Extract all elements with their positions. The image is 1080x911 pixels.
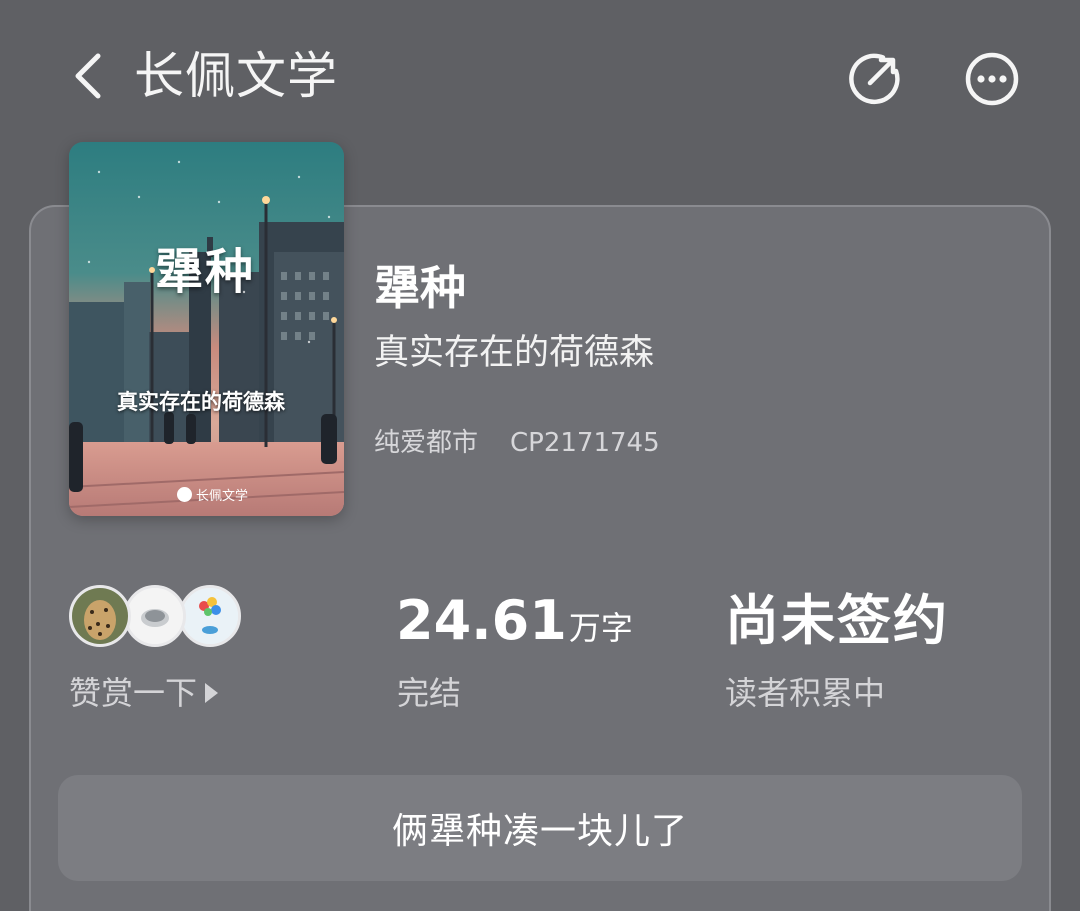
tipper-avatars[interactable] (69, 585, 241, 649)
avatar[interactable] (179, 585, 241, 647)
sign-status-label: 读者积累中 (725, 674, 886, 712)
back-button[interactable] (66, 50, 116, 102)
cover-logo-text: 长佩文学 (196, 489, 249, 504)
chevron-left-icon (75, 53, 101, 99)
balloons-avatar-icon (182, 588, 238, 644)
tip-label: 赞赏一下 (69, 674, 198, 712)
book-meta: 纯爱都市 CP2171745 (374, 423, 660, 463)
word-count: 24.61 万字 (396, 588, 633, 654)
book-author[interactable]: 真实存在的荷德森 (374, 328, 654, 378)
play-arrow-icon (205, 683, 219, 703)
cover-title: 犟种 (155, 244, 256, 300)
book-detail-page: 长佩文学 犟种 真实存在的荷德森 长佩文学 犟种 真实存在的荷德森 纯爱都市 C… (0, 0, 1080, 911)
avatar[interactable] (69, 585, 131, 647)
sign-status: 尚未签约 (725, 589, 949, 652)
more-button[interactable] (964, 51, 1020, 107)
bowl-avatar-icon (127, 588, 183, 644)
cover-illustration (69, 142, 344, 516)
cover-logo: 长佩文学 (177, 485, 248, 504)
summary-button[interactable]: 俩犟种凑一块儿了 (58, 775, 1022, 881)
completion-status: 完结 (397, 674, 462, 712)
tip-button[interactable]: 赞赏一下 (69, 670, 219, 716)
summary-text: 俩犟种凑一块儿了 (391, 811, 688, 852)
book-cp-code: CP2171745 (510, 428, 660, 458)
leopard-avatar-icon (72, 588, 128, 644)
book-title: 犟种 (374, 261, 466, 315)
logo-icon (177, 487, 192, 502)
share-icon (849, 53, 900, 105)
word-count-unit: 万字 (568, 609, 633, 647)
top-bar: 长佩文学 (0, 0, 1080, 150)
more-icon (965, 52, 1019, 106)
avatar[interactable] (124, 585, 186, 647)
book-cover[interactable]: 犟种 真实存在的荷德森 长佩文学 (69, 142, 344, 516)
word-count-value: 24.61 (396, 589, 567, 652)
share-button[interactable] (848, 51, 902, 105)
book-category[interactable]: 纯爱都市 (374, 423, 478, 463)
cover-author: 真实存在的荷德森 (117, 389, 285, 414)
app-title: 长佩文学 (134, 47, 338, 105)
